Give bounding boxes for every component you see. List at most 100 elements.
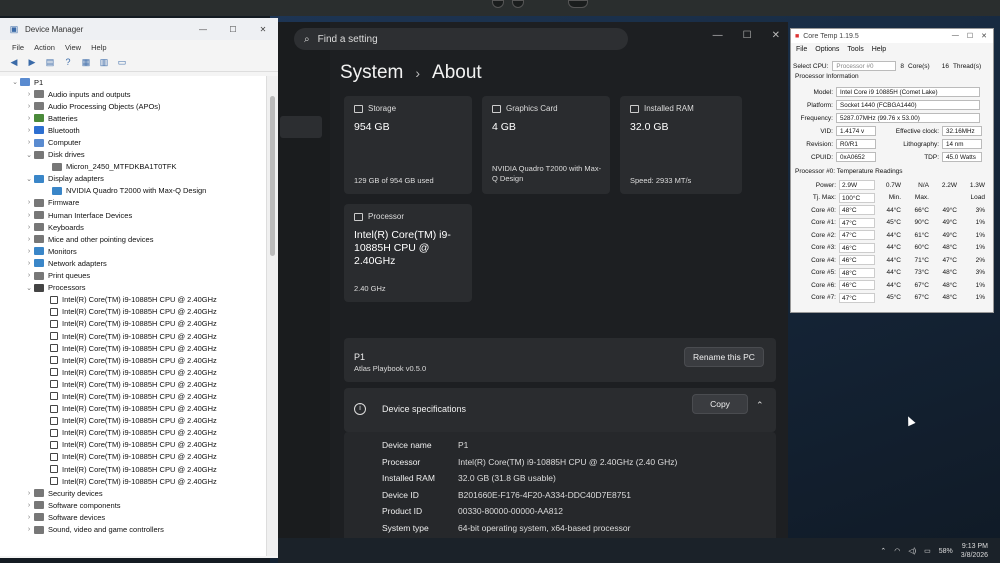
tree-item-processor[interactable]: Intel(R) Core(TM) i9-10885H CPU @ 2.40GH… <box>0 366 266 378</box>
chevron-down-icon[interactable]: ⌄ <box>24 284 34 292</box>
chevron-right-icon[interactable]: › <box>24 260 34 267</box>
tree-item-processor[interactable]: Intel(R) Core(TM) i9-10885H CPU @ 2.40GH… <box>0 306 266 318</box>
tree-item-processor[interactable]: Intel(R) Core(TM) i9-10885H CPU @ 2.40GH… <box>0 427 266 439</box>
tree-item-12[interactable]: › Keyboards <box>0 221 266 233</box>
chevron-right-icon[interactable]: › <box>24 103 34 110</box>
minimize-button[interactable]: — <box>188 25 218 34</box>
tree-item-6[interactable]: ⌄ Disk drives <box>0 149 266 161</box>
tree-item-10[interactable]: › Firmware <box>0 197 266 209</box>
tree-item-16[interactable]: › Print queues <box>0 270 266 282</box>
close-button[interactable]: ✕ <box>981 32 987 40</box>
clock[interactable]: 9:13 PM 3/8/2026 <box>961 542 988 560</box>
tree-item-1[interactable]: › Audio inputs and outputs <box>0 88 266 100</box>
forward-arrow-icon[interactable]: ▶ <box>26 57 38 68</box>
tree-item-processor[interactable]: Intel(R) Core(TM) i9-10885H CPU @ 2.40GH… <box>0 439 266 451</box>
tree-item-8[interactable]: ⌄ Display adapters <box>0 173 266 185</box>
ram-card[interactable]: Installed RAM 32.0 GB Speed: 2933 MT/s <box>620 96 742 194</box>
tree-item-3[interactable]: › Batteries <box>0 112 266 124</box>
tree-item-2[interactable]: › Audio Processing Objects (APOs) <box>0 100 266 112</box>
chevron-right-icon[interactable]: › <box>24 248 34 255</box>
tree-item-processor[interactable]: Intel(R) Core(TM) i9-10885H CPU @ 2.40GH… <box>0 475 266 487</box>
tree-item-processor[interactable]: Intel(R) Core(TM) i9-10885H CPU @ 2.40GH… <box>0 451 266 463</box>
search-input[interactable]: ⌕ Find a setting <box>294 28 628 50</box>
chevron-right-icon[interactable]: › <box>24 224 34 231</box>
volume-icon[interactable]: ◁) <box>908 547 916 555</box>
wifi-icon[interactable]: ◠ <box>894 547 900 555</box>
chevron-right-icon[interactable]: › <box>24 272 34 279</box>
chevron-right-icon[interactable]: › <box>24 212 34 219</box>
ct-menu-options[interactable]: Options <box>815 46 839 53</box>
tree-item-tail-3[interactable]: › Sound, video and game controllers <box>0 523 266 535</box>
chevron-right-icon[interactable]: › <box>24 514 34 521</box>
tree-item-14[interactable]: › Monitors <box>0 245 266 257</box>
storage-card[interactable]: Storage 954 GB 129 GB of 954 GB used <box>344 96 472 194</box>
tree-item-0[interactable]: ⌄ P1 <box>0 76 266 88</box>
select-cpu-dropdown[interactable]: Processor #0 <box>832 61 897 71</box>
breadcrumb-system[interactable]: System <box>340 62 403 84</box>
chevron-up-icon[interactable]: ⌃ <box>880 547 886 555</box>
chevron-up-icon[interactable]: ⌃ <box>756 400 764 411</box>
scroll-thumb[interactable] <box>270 96 275 256</box>
tree-item-processor[interactable]: Intel(R) Core(TM) i9-10885H CPU @ 2.40GH… <box>0 330 266 342</box>
chevron-down-icon[interactable]: ⌄ <box>10 78 20 86</box>
rename-pc-button[interactable]: Rename this PC <box>684 347 764 367</box>
tree-item-17[interactable]: ⌄ Processors <box>0 282 266 294</box>
tree-item-tail-1[interactable]: › Software components <box>0 499 266 511</box>
close-button[interactable]: ✕ <box>248 25 278 34</box>
ct-menu-tools[interactable]: Tools <box>847 46 863 53</box>
ct-menu-file[interactable]: File <box>796 46 807 53</box>
tree-item-processor[interactable]: Intel(R) Core(TM) i9-10885H CPU @ 2.40GH… <box>0 294 266 306</box>
tree-item-9[interactable]: NVIDIA Quadro T2000 with Max-Q Design <box>0 185 266 197</box>
help-icon[interactable]: ? <box>62 57 74 68</box>
menu-help[interactable]: Help <box>91 43 106 52</box>
tree-item-processor[interactable]: Intel(R) Core(TM) i9-10885H CPU @ 2.40GH… <box>0 318 266 330</box>
maximize-button[interactable]: ☐ <box>218 25 248 34</box>
tree-item-13[interactable]: › Mice and other pointing devices <box>0 233 266 245</box>
close-button[interactable]: ✕ <box>772 30 780 41</box>
chevron-right-icon[interactable]: › <box>24 490 34 497</box>
tree-item-tail-2[interactable]: › Software devices <box>0 511 266 523</box>
device-specs-header[interactable]: i Device specifications Copy ⌃ <box>344 388 776 432</box>
tree-item-processor[interactable]: Intel(R) Core(TM) i9-10885H CPU @ 2.40GH… <box>0 463 266 475</box>
chevron-down-icon[interactable]: ⌄ <box>24 151 34 159</box>
tree-item-processor[interactable]: Intel(R) Core(TM) i9-10885H CPU @ 2.40GH… <box>0 342 266 354</box>
tree-item-7[interactable]: Micron_2450_MTFDKBA1T0TFK <box>0 161 266 173</box>
tree-item-5[interactable]: › Computer <box>0 136 266 148</box>
graphics-card[interactable]: Graphics Card 4 GB NVIDIA Quadro T2000 w… <box>482 96 610 194</box>
sidebar-selected-item[interactable] <box>280 116 322 138</box>
ct-menu-help[interactable]: Help <box>872 46 886 53</box>
tree-item-processor[interactable]: Intel(R) Core(TM) i9-10885H CPU @ 2.40GH… <box>0 390 266 402</box>
tree-item-tail-0[interactable]: › Security devices <box>0 487 266 499</box>
minimize-button[interactable]: — <box>952 32 959 40</box>
driver-icon[interactable]: ▦ <box>80 57 92 68</box>
processor-card[interactable]: Processor Intel(R) Core(TM) i9-10885H CP… <box>344 204 472 302</box>
chevron-right-icon[interactable]: › <box>24 115 34 122</box>
chevron-right-icon[interactable]: › <box>24 199 34 206</box>
properties-icon[interactable]: ▤ <box>44 57 56 68</box>
copy-button[interactable]: Copy <box>692 394 748 414</box>
chevron-right-icon[interactable]: › <box>24 139 34 146</box>
battery-icon[interactable]: ▭ <box>924 547 931 555</box>
maximize-button[interactable]: ☐ <box>967 32 973 40</box>
maximize-button[interactable]: ☐ <box>743 30 752 41</box>
chevron-right-icon[interactable]: › <box>24 526 34 533</box>
minimize-button[interactable]: — <box>713 30 723 41</box>
chevron-right-icon[interactable]: › <box>24 91 34 98</box>
menu-file[interactable]: File <box>12 43 24 52</box>
menu-view[interactable]: View <box>65 43 81 52</box>
tree-item-4[interactable]: › Bluetooth <box>0 124 266 136</box>
back-arrow-icon[interactable]: ◀ <box>8 57 20 68</box>
dm-scrollbar[interactable] <box>266 76 278 556</box>
tree-item-processor[interactable]: Intel(R) Core(TM) i9-10885H CPU @ 2.40GH… <box>0 378 266 390</box>
chevron-right-icon[interactable]: › <box>24 236 34 243</box>
tree-item-processor[interactable]: Intel(R) Core(TM) i9-10885H CPU @ 2.40GH… <box>0 403 266 415</box>
list-icon[interactable]: ▥ <box>98 57 110 68</box>
menu-action[interactable]: Action <box>34 43 55 52</box>
tree-item-processor[interactable]: Intel(R) Core(TM) i9-10885H CPU @ 2.40GH… <box>0 354 266 366</box>
chevron-down-icon[interactable]: ⌄ <box>24 175 34 183</box>
chevron-right-icon[interactable]: › <box>24 127 34 134</box>
monitor-scan-icon[interactable]: ▭ <box>116 57 128 68</box>
tree-item-processor[interactable]: Intel(R) Core(TM) i9-10885H CPU @ 2.40GH… <box>0 415 266 427</box>
tree-item-11[interactable]: › Human Interface Devices <box>0 209 266 221</box>
tree-item-15[interactable]: › Network adapters <box>0 257 266 269</box>
